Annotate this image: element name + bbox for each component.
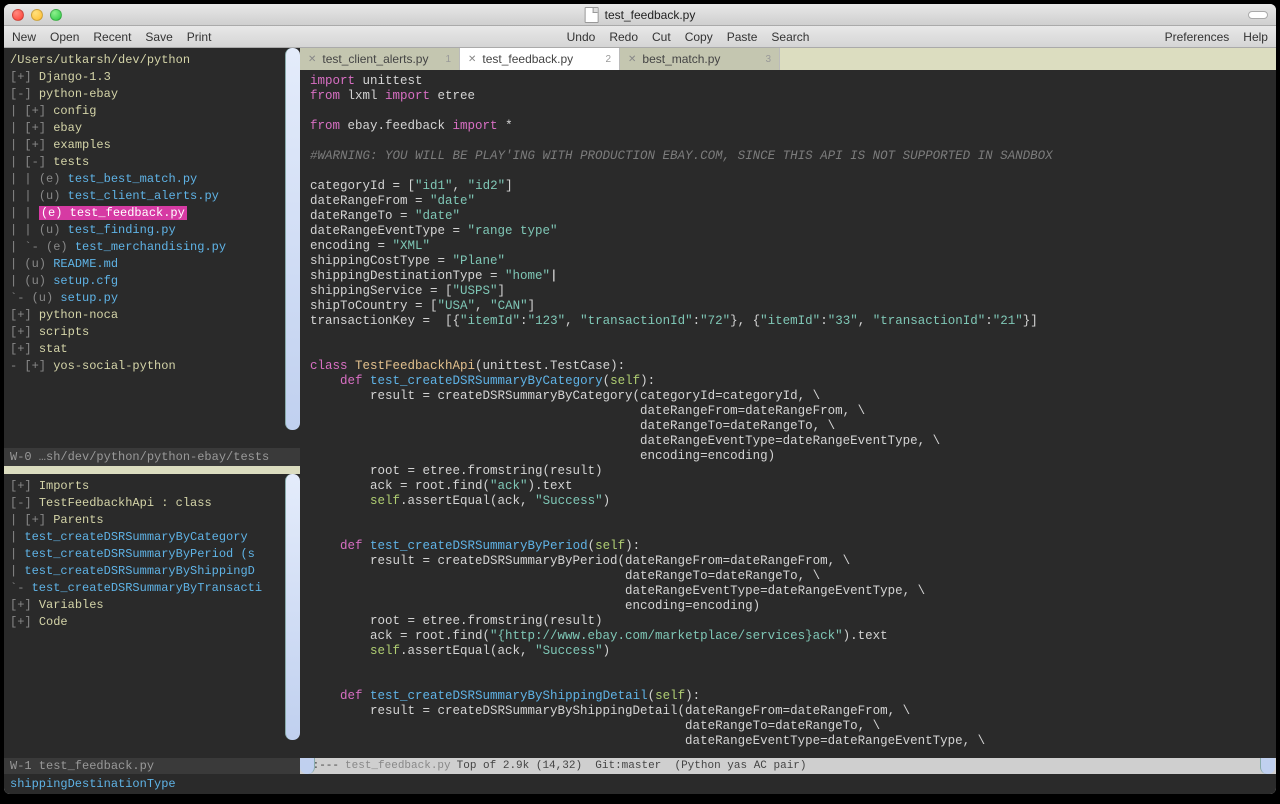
tree-item[interactable]: | `- (e) test_merchandising.py xyxy=(10,239,294,256)
menu-paste[interactable]: Paste xyxy=(727,30,758,44)
menu-print[interactable]: Print xyxy=(187,30,212,44)
tree-item[interactable]: [+] scripts xyxy=(10,324,294,341)
menubar: New Open Recent Save Print Undo Redo Cut Copy Pa… xyxy=(4,26,1276,48)
tab-best_match-py[interactable]: ✕ best_match.py 3 xyxy=(620,48,780,70)
tree-item[interactable]: | (u) README.md xyxy=(10,256,294,273)
app-window: test_feedback.py New Open Recent Save Print … xyxy=(4,4,1276,794)
tree-item[interactable]: [+] stat xyxy=(10,341,294,358)
tree-item[interactable]: [-] python-ebay xyxy=(10,86,294,103)
mode-line: -:--- test_feedback.py Top of 2.9k (14,3… xyxy=(300,758,1276,774)
minimize-icon[interactable] xyxy=(31,9,43,21)
close-icon[interactable] xyxy=(12,9,24,21)
tree-item[interactable]: | [+] config xyxy=(10,103,294,120)
outline-item[interactable]: [+] Code xyxy=(10,614,294,631)
file-tree[interactable]: /Users/utkarsh/dev/python [+] Django-1.3… xyxy=(4,48,300,448)
toolbar-pill-icon[interactable] xyxy=(1248,11,1268,19)
tab-label: test_feedback.py xyxy=(482,52,573,66)
menu-copy[interactable]: Copy xyxy=(685,30,713,44)
tree-item[interactable]: | [+] ebay xyxy=(10,120,294,137)
outline-item[interactable]: | test_createDSRSummaryByPeriod (s xyxy=(10,546,294,563)
outline-item[interactable]: [+] Variables xyxy=(10,597,294,614)
menu-new[interactable]: New xyxy=(12,30,36,44)
tab-badge: 2 xyxy=(605,54,611,65)
menu-cut[interactable]: Cut xyxy=(652,30,671,44)
menu-open[interactable]: Open xyxy=(50,30,79,44)
tab-test_feedback-py[interactable]: ✕ test_feedback.py 2 xyxy=(460,48,620,70)
scrollbar-icon[interactable] xyxy=(285,474,300,740)
tab-test_client_alerts-py[interactable]: ✕ test_client_alerts.py 1 xyxy=(300,48,460,70)
minibuffer[interactable]: shippingDestinationType xyxy=(4,774,1276,794)
tree-item[interactable]: | (u) setup.cfg xyxy=(10,273,294,290)
menu-redo[interactable]: Redo xyxy=(609,30,638,44)
tree-item[interactable]: | | (e) test_best_match.py xyxy=(10,171,294,188)
code-editor[interactable]: import unittest from lxml import etree f… xyxy=(300,70,1276,758)
tree-item[interactable]: | | (u) test_finding.py xyxy=(10,222,294,239)
tree-item[interactable]: [+] Django-1.3 xyxy=(10,69,294,86)
outline-item[interactable]: | test_createDSRSummaryByShippingD xyxy=(10,563,294,580)
tree-item[interactable]: | [+] examples xyxy=(10,137,294,154)
title-text: test_feedback.py xyxy=(605,8,696,22)
tree-item[interactable]: | [-] tests xyxy=(10,154,294,171)
tab-badge: 1 xyxy=(445,54,451,65)
menu-undo[interactable]: Undo xyxy=(567,30,596,44)
menu-preferences[interactable]: Preferences xyxy=(1165,30,1230,44)
close-icon[interactable]: ✕ xyxy=(468,54,476,65)
outline-item[interactable]: [-] TestFeedbackhApi : class xyxy=(10,495,294,512)
editor-area: ✕ test_client_alerts.py 1 ✕ test_feedback.py… xyxy=(300,48,1276,774)
tab-badge: 3 xyxy=(765,54,771,65)
outline-status: W-1 test_feedback.py xyxy=(4,758,300,774)
close-icon[interactable]: ✕ xyxy=(308,54,316,65)
menu-help[interactable]: Help xyxy=(1243,30,1268,44)
tab-bar: ✕ test_client_alerts.py 1 ✕ test_feedback.py… xyxy=(300,48,1276,70)
zoom-icon[interactable] xyxy=(50,9,62,21)
outline-item[interactable]: `- test_createDSRSummaryByTransacti xyxy=(10,580,294,597)
document-icon xyxy=(585,7,599,23)
tree-item[interactable]: - [+] yos-social-python xyxy=(10,358,294,375)
tab-label: best_match.py xyxy=(642,52,720,66)
menu-recent[interactable]: Recent xyxy=(93,30,131,44)
sidebar: /Users/utkarsh/dev/python [+] Django-1.3… xyxy=(4,48,300,774)
menu-search[interactable]: Search xyxy=(771,30,809,44)
scrollbar-icon[interactable] xyxy=(285,48,300,430)
sidebar-status: W-0 …sh/dev/python/python-ebay/tests xyxy=(4,448,300,466)
tree-item[interactable]: | | (u) test_client_alerts.py xyxy=(10,188,294,205)
titlebar: test_feedback.py xyxy=(4,4,1276,26)
tree-item[interactable]: `- (u) setup.py xyxy=(10,290,294,307)
outline-item[interactable]: [+] Imports xyxy=(10,478,294,495)
tree-item[interactable]: | | (e) test_feedback.py xyxy=(10,205,294,222)
outline-item[interactable]: | [+] Parents xyxy=(10,512,294,529)
close-icon[interactable]: ✕ xyxy=(628,54,636,65)
tree-item[interactable]: [+] python-noca xyxy=(10,307,294,324)
code-outline[interactable]: [+] Imports[-] TestFeedbackhApi : class|… xyxy=(4,474,300,758)
window-title: test_feedback.py xyxy=(585,7,696,23)
outline-item[interactable]: | test_createDSRSummaryByCategory xyxy=(10,529,294,546)
divider xyxy=(4,466,300,474)
tab-label: test_client_alerts.py xyxy=(322,52,428,66)
menu-save[interactable]: Save xyxy=(145,30,172,44)
